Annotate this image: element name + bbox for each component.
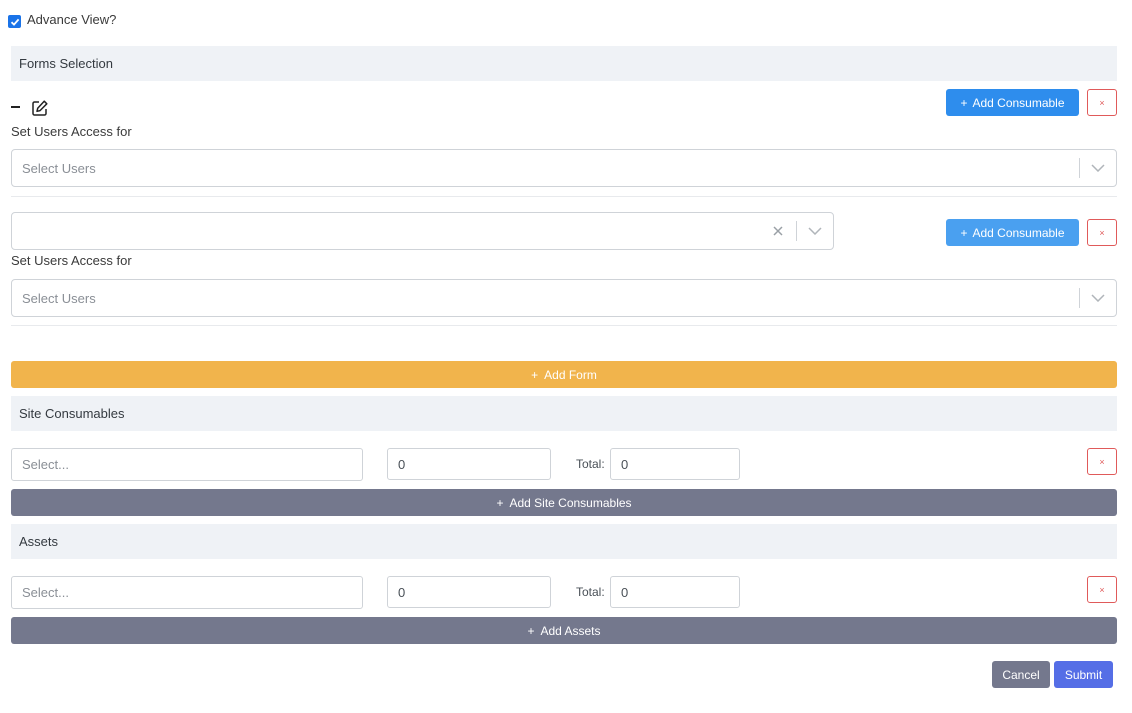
quantity-value: 0 — [398, 456, 406, 472]
check-icon — [10, 18, 19, 26]
total-label: Total: — [576, 457, 605, 471]
add-consumable-button[interactable]: + Add Consumable — [946, 219, 1079, 246]
assets-header: Assets — [11, 524, 1117, 559]
add-assets-button[interactable]: + Add Assets — [11, 617, 1117, 644]
chevron-down-icon[interactable] — [1080, 164, 1116, 172]
site-consumables-header: Site Consumables — [11, 396, 1117, 431]
add-consumable-button[interactable]: + Add Consumable — [946, 89, 1079, 116]
plus-icon: + — [960, 225, 968, 240]
assets-title: Assets — [19, 534, 59, 549]
cancel-label: Cancel — [1002, 667, 1040, 682]
add-assets-label: Add Assets — [540, 623, 601, 638]
minus-icon[interactable] — [11, 106, 20, 108]
plus-icon: + — [960, 95, 968, 110]
asset-quantity-input[interactable]: 0 — [387, 576, 551, 608]
forms-selection-header: Forms Selection — [11, 46, 1117, 81]
add-consumable-label: Add Consumable — [972, 95, 1065, 110]
remove-form-button[interactable]: × — [1087, 219, 1117, 246]
set-users-access-label: Set Users Access for — [11, 124, 132, 139]
add-site-consumables-button[interactable]: + Add Site Consumables — [11, 489, 1117, 516]
select-users-placeholder: Select Users — [22, 290, 96, 306]
remove-site-consumable-button[interactable]: × — [1087, 448, 1117, 475]
chevron-down-icon[interactable] — [797, 227, 833, 235]
divider — [11, 196, 1117, 197]
asset-total-input[interactable]: 0 — [610, 576, 740, 608]
select-users-dropdown[interactable]: Select Users — [11, 149, 1117, 187]
total-value: 0 — [621, 456, 629, 472]
select-users-dropdown[interactable]: Select Users — [11, 279, 1117, 317]
close-icon: × — [1099, 227, 1105, 238]
site-consumable-select[interactable]: Select... — [11, 448, 363, 481]
add-form-button[interactable]: + Add Form — [11, 361, 1117, 388]
remove-asset-button[interactable]: × — [1087, 576, 1117, 603]
plus-icon: + — [527, 623, 535, 638]
chevron-down-icon[interactable] — [1080, 294, 1116, 302]
submit-button[interactable]: Submit — [1054, 661, 1113, 688]
add-consumable-label: Add Consumable — [972, 225, 1065, 240]
plus-icon: + — [496, 495, 504, 510]
site-consumable-total-input[interactable]: 0 — [610, 448, 740, 480]
total-label: Total: — [576, 585, 605, 599]
edit-icon[interactable] — [31, 99, 49, 117]
add-site-consumables-label: Add Site Consumables — [509, 495, 632, 510]
select-users-placeholder: Select Users — [22, 160, 96, 176]
quantity-value: 0 — [398, 584, 406, 600]
site-consumable-quantity-input[interactable]: 0 — [387, 448, 551, 480]
set-users-access-label: Set Users Access for — [11, 253, 132, 268]
cancel-button[interactable]: Cancel — [992, 661, 1050, 688]
advance-view-checkbox[interactable] — [8, 15, 21, 28]
clear-icon[interactable] — [760, 226, 796, 236]
asset-select[interactable]: Select... — [11, 576, 363, 609]
close-icon: × — [1099, 456, 1105, 467]
close-icon: × — [1099, 584, 1105, 595]
site-consumables-title: Site Consumables — [19, 406, 125, 421]
divider — [11, 325, 1117, 326]
form-select-dropdown[interactable] — [11, 212, 834, 250]
add-form-label: Add Form — [544, 367, 597, 382]
advance-view-label: Advance View? — [27, 12, 117, 27]
asset-placeholder: Select... — [22, 585, 69, 600]
site-consumable-placeholder: Select... — [22, 457, 69, 472]
remove-form-button[interactable]: × — [1087, 89, 1117, 116]
forms-selection-title: Forms Selection — [19, 56, 113, 71]
total-value: 0 — [621, 584, 629, 600]
plus-icon: + — [531, 367, 539, 382]
submit-label: Submit — [1064, 667, 1103, 682]
close-icon: × — [1099, 97, 1105, 108]
